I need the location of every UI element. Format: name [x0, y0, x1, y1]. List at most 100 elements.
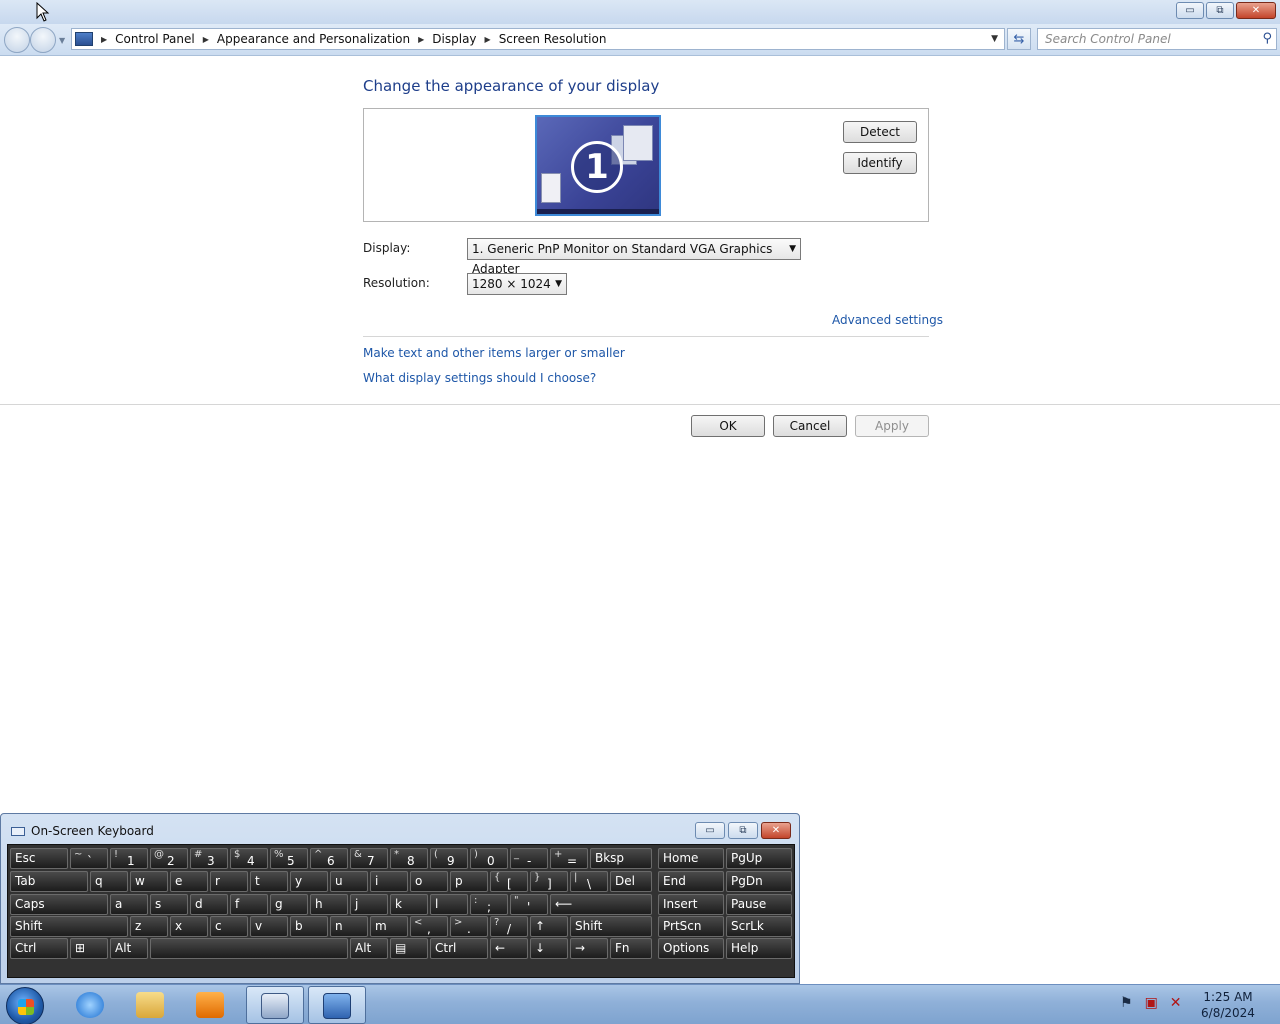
key-m[interactable]: m — [370, 916, 408, 937]
key-b[interactable]: b — [290, 916, 328, 937]
taskbar-media-player[interactable] — [182, 986, 240, 1024]
key-prtscn[interactable]: PrtScn — [658, 916, 724, 937]
detect-button[interactable]: Detect — [843, 121, 917, 143]
taskbar-internet-explorer[interactable] — [62, 986, 120, 1024]
key-c[interactable]: c — [210, 916, 248, 937]
key-caps[interactable]: Caps — [10, 894, 108, 915]
key-d[interactable]: d — [190, 894, 228, 915]
clock[interactable]: 1:25 AM 6/8/2024 — [1190, 989, 1266, 1021]
key-i[interactable]: i — [370, 871, 408, 892]
key-end[interactable]: End — [658, 871, 724, 892]
key-pgdn[interactable]: PgDn — [726, 871, 792, 892]
key-fn[interactable]: Fn — [610, 938, 652, 959]
key-4[interactable]: $4 — [230, 848, 268, 869]
key-a[interactable]: a — [110, 894, 148, 915]
key-0[interactable]: ) 0 — [470, 848, 508, 869]
recent-pages-chevron-icon[interactable]: ▼ — [59, 36, 65, 45]
key--[interactable]: | \ — [570, 871, 608, 892]
key-s[interactable]: s — [150, 894, 188, 915]
search-input[interactable]: Search Control Panel ⚲ — [1037, 28, 1277, 50]
forward-button[interactable] — [30, 27, 56, 53]
key-e[interactable]: e — [170, 871, 208, 892]
key--[interactable]: ⊞ — [70, 938, 108, 959]
back-button[interactable] — [4, 27, 30, 53]
ok-button[interactable]: OK — [691, 415, 765, 437]
key--[interactable]: + = — [550, 848, 588, 869]
key-q[interactable]: q — [90, 871, 128, 892]
key--[interactable]: {[ — [490, 871, 528, 892]
key--[interactable]: ▤ — [390, 938, 428, 959]
osk-minimize-button[interactable]: ▭ — [695, 822, 725, 839]
key-options[interactable]: Options — [658, 938, 724, 959]
key-t[interactable]: t — [250, 871, 288, 892]
breadcrumb-control-panel[interactable]: Control Panel — [115, 32, 195, 46]
key-o[interactable]: o — [410, 871, 448, 892]
breadcrumb-appearance[interactable]: Appearance and Personalization — [217, 32, 410, 46]
key-pause[interactable]: Pause — [726, 894, 792, 915]
key-g[interactable]: g — [270, 894, 308, 915]
key-f[interactable]: f — [230, 894, 268, 915]
address-dropdown-icon[interactable]: ▼ — [991, 34, 998, 44]
key--[interactable]: ↓ — [530, 938, 568, 959]
text-size-link[interactable]: Make text and other items larger or smal… — [363, 346, 625, 360]
key--[interactable]: ↑ — [530, 916, 568, 937]
key-k[interactable]: k — [390, 894, 428, 915]
key--[interactable]: >. — [450, 916, 488, 937]
key-z[interactable]: z — [130, 916, 168, 937]
restore-button[interactable]: ⧉ — [1206, 2, 1234, 19]
key--[interactable]: :; — [470, 894, 508, 915]
key-5[interactable]: % 5 — [270, 848, 308, 869]
key-8[interactable]: * 8 — [390, 848, 428, 869]
minimize-button[interactable]: ▭ — [1176, 2, 1204, 19]
key-insert[interactable]: Insert — [658, 894, 724, 915]
key-h[interactable]: h — [310, 894, 348, 915]
key-shift[interactable]: Shift — [570, 916, 652, 937]
key-scrlk[interactable]: ScrLk — [726, 916, 792, 937]
key-3[interactable]: #3 — [190, 848, 228, 869]
breadcrumb-separator-icon[interactable]: ▶ — [203, 35, 209, 44]
key-tab[interactable]: Tab — [10, 871, 88, 892]
key--[interactable]: " ' — [510, 894, 548, 915]
key--[interactable]: ? / — [490, 916, 528, 937]
key-n[interactable]: n — [330, 916, 368, 937]
key-l[interactable]: l — [430, 894, 468, 915]
taskbar-control-panel[interactable] — [308, 986, 366, 1024]
key-2[interactable]: @2 — [150, 848, 188, 869]
key-9[interactable]: (9 — [430, 848, 468, 869]
key-esc[interactable]: Esc — [10, 848, 68, 869]
key-home[interactable]: Home — [658, 848, 724, 869]
key-1[interactable]: ! 1 — [110, 848, 148, 869]
key--[interactable]: _ - — [510, 848, 548, 869]
volume-muted-icon[interactable]: ✕ — [1170, 995, 1182, 1011]
display-help-link[interactable]: What display settings should I choose? — [363, 371, 596, 385]
key-7[interactable]: & 7 — [350, 848, 388, 869]
key-shift[interactable]: Shift — [10, 916, 128, 937]
breadcrumb-separator-icon[interactable]: ▶ — [101, 35, 107, 44]
apply-button[interactable]: Apply — [855, 415, 929, 437]
breadcrumb-separator-icon[interactable]: ▶ — [418, 35, 424, 44]
key--[interactable]: <, — [410, 916, 448, 937]
key--[interactable]: → — [570, 938, 608, 959]
key-u[interactable]: u — [330, 871, 368, 892]
advanced-settings-link[interactable]: Advanced settings — [832, 313, 943, 327]
key--[interactable]: }] — [530, 871, 568, 892]
key--[interactable]: ⟵ — [550, 894, 652, 915]
key--[interactable]: ~ ` — [70, 848, 108, 869]
key-alt[interactable]: Alt — [350, 938, 388, 959]
search-icon[interactable]: ⚲ — [1262, 31, 1272, 46]
taskbar-on-screen-keyboard[interactable] — [246, 986, 304, 1024]
key--[interactable]: ← — [490, 938, 528, 959]
display-select[interactable]: 1. Generic PnP Monitor on Standard VGA G… — [467, 238, 801, 276]
address-bar[interactable]: ▶ Control Panel ▶ Appearance and Persona… — [71, 28, 1005, 50]
key-6[interactable]: ^ 6 — [310, 848, 348, 869]
key-alt[interactable]: Alt — [110, 938, 148, 959]
key-j[interactable]: j — [350, 894, 388, 915]
monitor-1-preview[interactable]: 1 — [535, 115, 661, 216]
key-help[interactable]: Help — [726, 938, 792, 959]
cancel-button[interactable]: Cancel — [773, 415, 847, 437]
key-pgup[interactable]: PgUp — [726, 848, 792, 869]
breadcrumb-separator-icon[interactable]: ▶ — [485, 35, 491, 44]
key-x[interactable]: x — [170, 916, 208, 937]
close-button[interactable]: ✕ — [1236, 2, 1276, 19]
key-r[interactable]: r — [210, 871, 248, 892]
